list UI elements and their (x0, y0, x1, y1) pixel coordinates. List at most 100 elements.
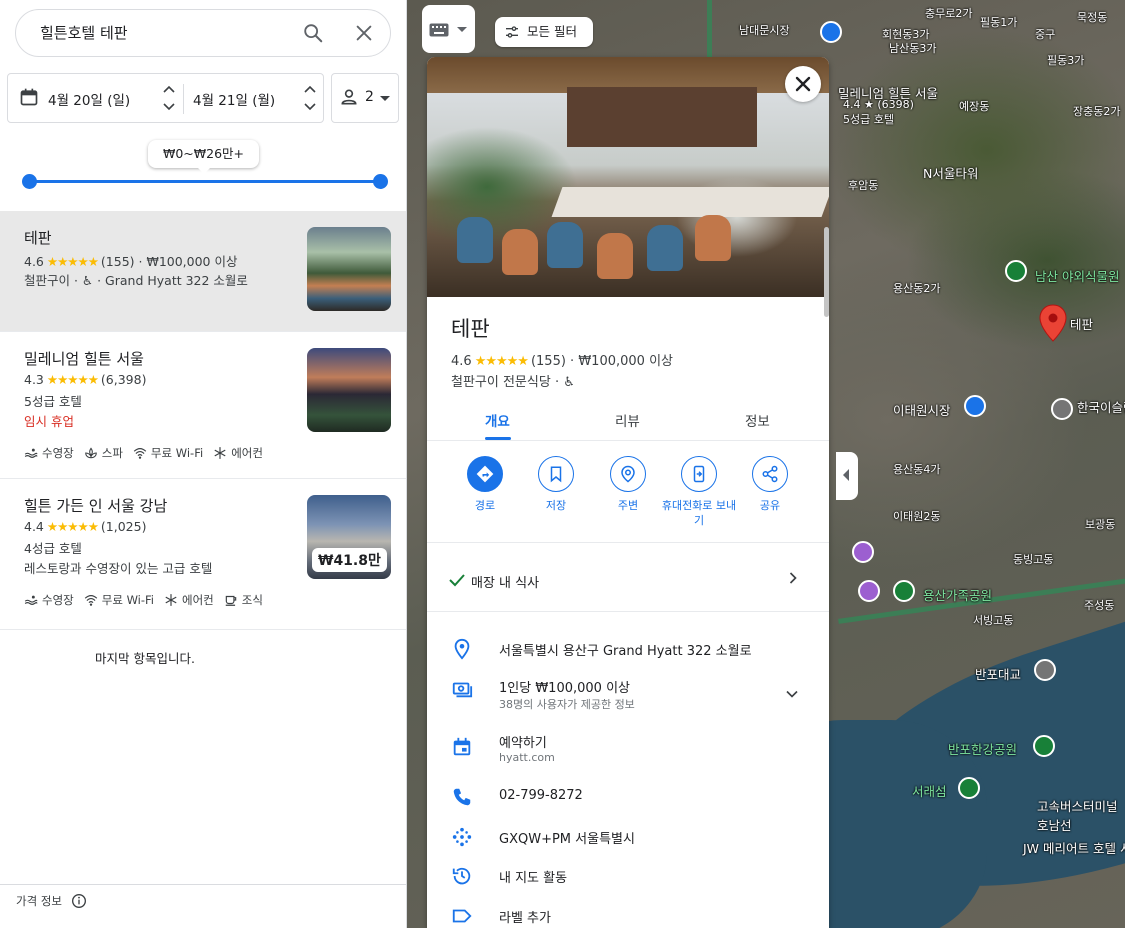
caret-left-icon (842, 469, 850, 481)
share-button[interactable]: 공유 (732, 456, 808, 513)
map-label: 반포한강공원 (948, 742, 1018, 757)
all-filters-button[interactable]: 모든 필터 (495, 17, 593, 47)
museum-pin-icon[interactable] (852, 541, 874, 563)
divider (427, 440, 829, 441)
send-to-phone-button[interactable]: 휴대전화로 보내기 (661, 456, 737, 528)
amenity-breakfast: 조식 (224, 592, 263, 608)
date-picker[interactable]: 4월 20일 (일) 4월 21일 (월) (7, 73, 324, 123)
bookmark-icon (550, 466, 562, 483)
checkout-stepper[interactable] (302, 80, 318, 116)
result-name: 테판 (24, 229, 52, 247)
result-item-teppan[interactable]: 테판 4.6 ★★★★★ (155) · ₩100,000 이상 철판구이 · ♿ … (0, 211, 406, 332)
photo-chair (547, 222, 583, 268)
place-category[interactable]: 철판구이 전문식당 · ♿ (451, 371, 575, 390)
phone-icon (451, 786, 473, 812)
result-closed-status: 임시 휴업 (24, 414, 74, 429)
add-label-text: 라벨 추가 (499, 911, 551, 926)
photo-chair (457, 217, 493, 263)
checkin-date[interactable]: 4월 20일 (일) (48, 89, 130, 109)
guest-selector[interactable]: 2 (331, 73, 399, 123)
tab-overview[interactable]: 개요 (485, 410, 510, 430)
nearby-button[interactable]: 주변 (590, 456, 666, 513)
amenity-list: 수영장 무료 Wi-Fi 에어컨 조식 (24, 592, 263, 608)
close-button[interactable] (785, 66, 821, 102)
photo-counter (551, 187, 829, 217)
result-item-millennium-hilton[interactable]: 밀레니엄 힐튼 서울 4.3 ★★★★★ (6,398) 5성급 호텔 임시 휴업 … (0, 332, 406, 479)
shopping-pin-icon[interactable] (820, 21, 842, 43)
price-info-label: 가격 정보 (16, 894, 62, 908)
divider (427, 611, 829, 612)
result-name: 힐튼 가든 인 서울 강남 (24, 497, 168, 515)
map-label: 보광동 (1085, 518, 1116, 531)
phone-text: 02-799-8272 (499, 788, 583, 803)
checkin-stepper[interactable] (161, 80, 177, 116)
price-source: 38명의 사용자가 제공한 정보 (499, 698, 635, 711)
map-road (707, 0, 712, 60)
map-label-teppan: 테판 (1070, 317, 1094, 332)
park-pin-icon[interactable] (1005, 260, 1027, 282)
close-icon[interactable] (353, 22, 375, 44)
price-max-handle[interactable] (373, 174, 388, 189)
map-label: 주성동 (1084, 599, 1115, 612)
map-label: 용산동2가 (893, 282, 941, 295)
map-label: 남산 야외식물원 (1035, 269, 1120, 284)
museum-pin-icon[interactable] (858, 580, 880, 602)
shopping-pin-icon[interactable] (964, 395, 986, 417)
map-label: 서빙고동 (973, 614, 1014, 627)
phone-send-icon (693, 465, 705, 483)
park-pin-icon[interactable] (1033, 735, 1055, 757)
info-icon[interactable] (71, 893, 87, 909)
landmark-pin-icon[interactable] (1051, 398, 1073, 420)
chevron-down-icon[interactable] (782, 684, 802, 704)
wifi-icon (133, 448, 147, 459)
caret-down-icon (457, 27, 467, 33)
place-rating[interactable]: 4.6 ★★★★★ (155) · ₩100,000 이상 (451, 350, 673, 369)
search-input[interactable] (40, 23, 290, 41)
keyboard-shortcuts-button[interactable] (422, 5, 475, 53)
price-range-tooltip: ₩0~₩26만+ (148, 140, 259, 174)
date-divider (183, 84, 184, 114)
map-label: JW 메리어트 호텔 서울 (1023, 841, 1125, 856)
coffee-icon (225, 595, 237, 606)
park-pin-icon[interactable] (893, 580, 915, 602)
map-label: 남산동3가 (889, 42, 937, 55)
dine-in-row[interactable]: 매장 내 식사 (427, 557, 829, 603)
result-rating: 4.6 ★★★★★ (155) · ₩100,000 이상 (24, 254, 238, 269)
result-photo[interactable] (307, 227, 391, 311)
caret-down-icon (379, 95, 391, 103)
end-of-list-text: 마지막 항목입니다. (95, 651, 195, 666)
result-rating: 4.4 ★★★★★ (1,025) (24, 519, 147, 534)
price-badge[interactable]: ₩41.8만 (312, 548, 387, 572)
scrollbar[interactable] (824, 227, 829, 317)
photo-chair (695, 215, 731, 261)
photo-hood (567, 87, 757, 147)
selected-place-pin-icon[interactable] (1039, 304, 1067, 342)
map-label: 묵정동 (1077, 11, 1108, 24)
result-photo[interactable] (307, 348, 391, 432)
place-hero-photo[interactable] (427, 57, 829, 297)
search-icon[interactable] (302, 22, 324, 44)
share-icon (762, 465, 778, 483)
price-min-handle[interactable] (22, 174, 37, 189)
map-label: 한국이슬람교 서울중앙성원 (1077, 400, 1125, 415)
map-label: 필동1가 (980, 16, 1018, 29)
result-class: 4성급 호텔 (24, 541, 82, 556)
checkout-date[interactable]: 4월 21일 (월) (193, 89, 275, 109)
map-label: 남대문시장 (739, 24, 790, 37)
search-box[interactable] (15, 9, 391, 57)
photo-chair (647, 225, 683, 271)
amenity-spa: 스파 (84, 445, 123, 461)
bridge-pin-icon[interactable] (1034, 659, 1056, 681)
price-range-track[interactable] (29, 180, 381, 183)
collapse-panel-button[interactable] (836, 452, 858, 500)
save-button[interactable]: 저장 (518, 456, 594, 513)
park-pin-icon[interactable] (958, 777, 980, 799)
tab-reviews[interactable]: 리뷰 (615, 410, 640, 430)
wifi-icon (84, 595, 97, 606)
amenity-list: 수영장 스파 무료 Wi-Fi 에어컨 (24, 445, 263, 461)
directions-button[interactable]: 경로 (447, 456, 523, 513)
snowflake-icon (214, 447, 226, 459)
tab-about[interactable]: 정보 (745, 410, 770, 430)
map-label: 반포대교 (975, 667, 1022, 682)
label-icon (451, 905, 473, 928)
